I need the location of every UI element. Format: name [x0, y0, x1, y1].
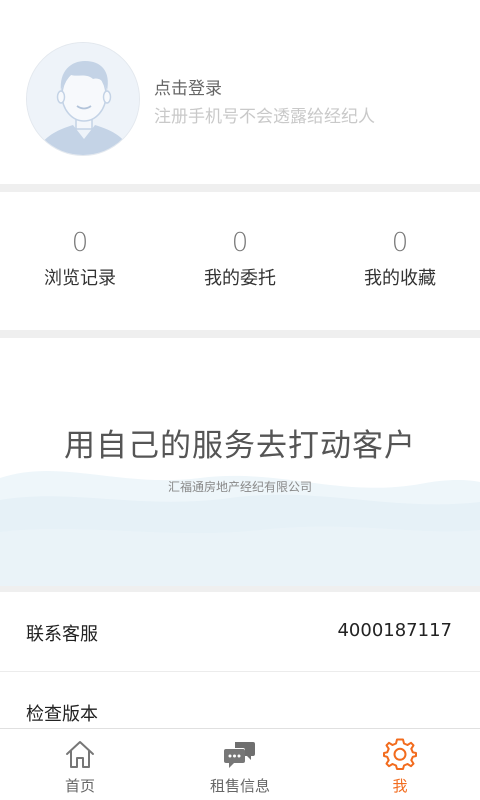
profile-header[interactable]: 点击登录 注册手机号不会透露给经纪人	[0, 0, 480, 184]
gear-icon	[383, 738, 417, 770]
default-avatar-icon	[27, 43, 139, 155]
login-subtitle: 注册手机号不会透露给经纪人	[154, 107, 375, 127]
stat-value: 0	[231, 228, 249, 258]
avatar[interactable]	[26, 42, 140, 156]
chat-bubbles-icon	[224, 742, 255, 768]
list-item-label: 检查版本	[26, 704, 98, 725]
service-phone-number[interactable]: 4000187117	[337, 620, 452, 641]
section-divider	[0, 330, 480, 338]
stat-my-favorites[interactable]: 0 我的收藏	[320, 192, 480, 330]
login-title[interactable]: 点击登录	[154, 74, 222, 99]
list-item-contact-service[interactable]: 联系客服 4000187117	[0, 592, 480, 672]
tab-label: 首页	[64, 777, 95, 795]
tab-me[interactable]: 我	[320, 729, 480, 800]
promo-banner: 用自己的服务去打动客户 汇福通房地产经纪有限公司	[0, 338, 480, 586]
banner-title: 用自己的服务去打动客户	[64, 428, 416, 464]
stats-row: 0 浏览记录 0 我的委托 0 我的收藏	[0, 192, 480, 330]
stat-label: 我的收藏	[364, 268, 436, 289]
stat-label: 我的委托	[204, 268, 276, 289]
home-icon	[66, 741, 94, 768]
list-item-label: 联系客服	[26, 624, 98, 645]
stat-value: 0	[391, 228, 409, 258]
tab-home[interactable]: 首页	[0, 729, 160, 800]
section-divider	[0, 184, 480, 192]
stat-value: 0	[71, 228, 89, 258]
stat-browse-history[interactable]: 0 浏览记录	[0, 192, 160, 330]
banner-subtitle: 汇福通房地产经纪有限公司	[167, 480, 312, 494]
tab-rent-sale-info[interactable]: 租售信息	[160, 729, 320, 800]
bottom-tab-bar: 首页 租售信息 我	[0, 728, 480, 800]
tab-label: 我	[392, 777, 408, 795]
stat-my-entrust[interactable]: 0 我的委托	[160, 192, 320, 330]
stat-label: 浏览记录	[44, 268, 116, 289]
wave-background-icon	[0, 470, 480, 586]
tab-label: 租售信息	[209, 777, 270, 795]
